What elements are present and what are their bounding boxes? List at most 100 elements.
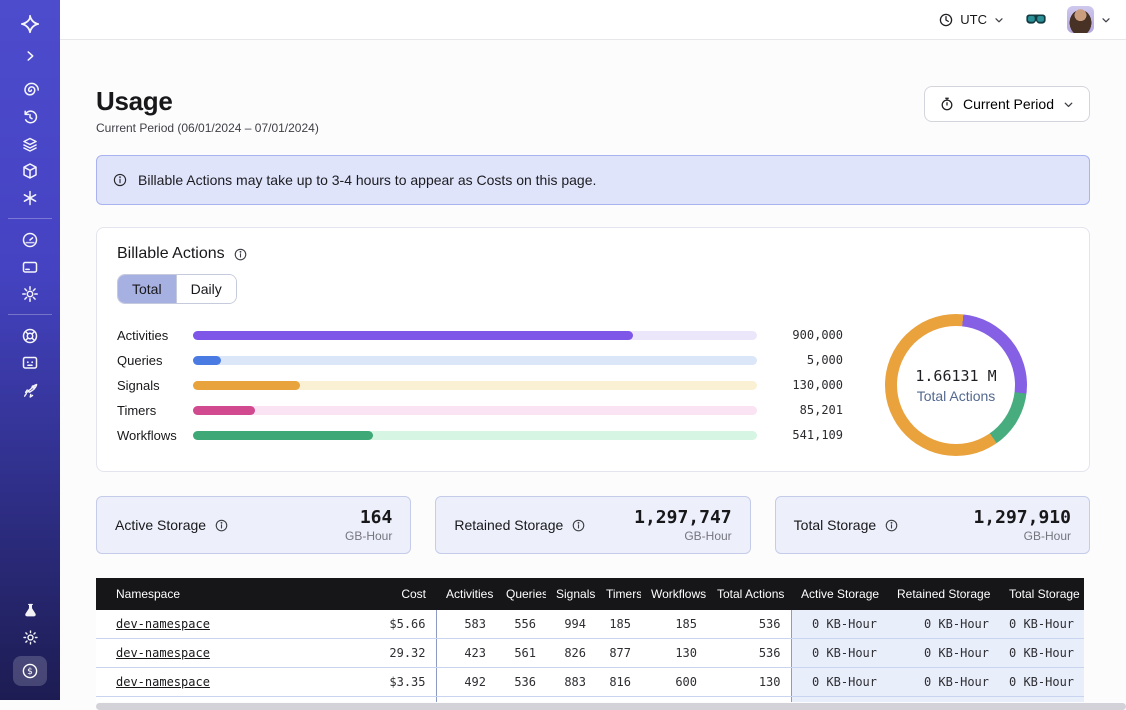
namespace-cell: dev-namespace <box>96 639 344 668</box>
value-cell: 0 KB-Hour <box>887 610 999 639</box>
goggles-icon[interactable] <box>1025 12 1047 27</box>
value-cell: 0 KB-Hour <box>791 668 887 697</box>
value-cell: 492 <box>436 668 496 697</box>
bar-fill <box>193 331 633 340</box>
value-cell: 994 <box>546 610 596 639</box>
timezone-selector[interactable]: UTC <box>938 12 1005 28</box>
bar-row: Workflows541,109 <box>117 423 843 448</box>
bar-fill <box>193 431 373 440</box>
value-cell: $3.35 <box>344 668 436 697</box>
info-icon[interactable] <box>214 518 229 533</box>
info-icon[interactable] <box>571 518 586 533</box>
value-cell <box>707 697 791 702</box>
user-menu[interactable] <box>1067 6 1112 33</box>
column-header: Timers <box>596 578 641 610</box>
sidebar-item-usage[interactable] <box>0 226 60 253</box>
donut-total-label: Total Actions <box>917 388 996 404</box>
value-cell <box>641 697 707 702</box>
value-cell: 536 <box>707 639 791 668</box>
bar-row: Signals130,000 <box>117 373 843 398</box>
clock-icon <box>938 12 954 28</box>
namespace-cell: dev-namespace <box>96 610 344 639</box>
retained-storage-value: 1,297,747 <box>634 508 732 528</box>
banner-text: Billable Actions may take up to 3-4 hour… <box>138 172 596 188</box>
sidebar-item-schedules[interactable] <box>0 103 60 130</box>
billable-bars: Activities900,000Queries5,000Signals130,… <box>117 323 843 448</box>
sidebar-group-workspace <box>8 76 52 211</box>
info-icon[interactable] <box>884 518 899 533</box>
value-cell: $5.66 <box>344 610 436 639</box>
bar-fill <box>193 381 300 390</box>
value-cell: 0 KB-Hour <box>999 610 1084 639</box>
value-cell <box>96 697 344 702</box>
tab-daily[interactable]: Daily <box>176 275 236 303</box>
sidebar-expand-icon[interactable] <box>0 44 60 68</box>
column-header: Retained Storage <box>887 578 999 610</box>
sidebar-item-namespaces[interactable] <box>0 76 60 103</box>
value-cell: 0 KB-Hour <box>791 610 887 639</box>
table-body: dev-namespace$5.665835569941851855360 KB… <box>96 610 1084 702</box>
column-header: Cost <box>344 578 436 610</box>
temporal-logo-icon[interactable] <box>0 10 60 38</box>
bar-value: 5,000 <box>757 353 843 367</box>
billable-actions-card: Billable Actions Total Daily Activities9… <box>96 227 1090 472</box>
bar-value: 541,109 <box>757 428 843 442</box>
total-storage-value: 1,297,910 <box>973 508 1071 528</box>
bar-category-label: Activities <box>117 328 193 343</box>
sidebar-item-nexus[interactable] <box>0 184 60 211</box>
stopwatch-icon <box>939 96 955 112</box>
sidebar-item-theme[interactable] <box>0 624 60 651</box>
value-cell: 0 KB-Hour <box>887 639 999 668</box>
page-subtitle: Current Period (06/01/2024 – 07/01/2024) <box>96 121 319 135</box>
sidebar-item-billing[interactable] <box>0 253 60 280</box>
namespace-link[interactable]: dev-namespace <box>116 646 210 660</box>
billable-actions-title: Billable Actions <box>117 245 225 263</box>
table-header: NamespaceCostActivitiesQueriesSignalsTim… <box>96 578 1084 610</box>
sidebar-item-pricing[interactable]: $ <box>13 656 47 686</box>
page-title: Usage <box>96 86 319 116</box>
value-cell <box>436 697 496 702</box>
sidebar-item-settings[interactable] <box>0 280 60 307</box>
value-cell <box>496 697 546 702</box>
info-icon[interactable] <box>233 247 248 262</box>
info-banner: Billable Actions may take up to 3-4 hour… <box>96 155 1090 205</box>
sidebar-item-getting-started[interactable] <box>0 376 60 403</box>
sidebar-item-labs[interactable] <box>0 597 60 624</box>
value-cell: 556 <box>496 610 546 639</box>
value-cell: 600 <box>641 668 707 697</box>
value-cell <box>546 697 596 702</box>
horizontal-scrollbar[interactable] <box>96 703 1126 710</box>
donut-chart-wrap: 1.66131 M Total Actions <box>843 314 1069 456</box>
sidebar-bottom-group: $ <box>0 597 60 686</box>
sidebar-item-batch-operations[interactable] <box>0 130 60 157</box>
retained-storage-card: Retained Storage 1,297,747 GB-Hour <box>435 496 750 554</box>
namespace-link[interactable]: dev-namespace <box>116 617 210 631</box>
table-header-row: NamespaceCostActivitiesQueriesSignalsTim… <box>96 578 1084 610</box>
value-cell: 130 <box>641 639 707 668</box>
bar-fill <box>193 406 255 415</box>
table-row: dev-namespace$5.665835569941851855360 KB… <box>96 610 1084 639</box>
value-cell: 816 <box>596 668 641 697</box>
total-storage-unit: GB-Hour <box>973 529 1071 543</box>
sidebar-item-deployments[interactable] <box>0 157 60 184</box>
namespace-link[interactable]: dev-namespace <box>116 675 210 689</box>
bar-category-label: Signals <box>117 378 193 393</box>
active-storage-value: 164 <box>345 508 392 528</box>
donut-center: 1.66131 M Total Actions <box>885 314 1027 456</box>
sidebar-item-support[interactable] <box>0 322 60 349</box>
billable-actions-header: Billable Actions <box>117 243 1069 265</box>
value-cell: 0 KB-Hour <box>791 639 887 668</box>
value-cell: 536 <box>496 668 546 697</box>
total-storage-label: Total Storage <box>794 517 877 533</box>
value-cell <box>791 697 887 702</box>
tab-total[interactable]: Total <box>118 275 176 303</box>
period-selector-label: Current Period <box>963 96 1054 112</box>
value-cell: 883 <box>546 668 596 697</box>
period-selector-button[interactable]: Current Period <box>924 86 1090 122</box>
active-storage-unit: GB-Hour <box>345 529 392 543</box>
value-cell: 561 <box>496 639 546 668</box>
sidebar-item-feedback[interactable] <box>0 349 60 376</box>
avatar[interactable] <box>1067 6 1094 33</box>
bar-track <box>193 381 757 390</box>
timezone-label: UTC <box>960 12 987 27</box>
